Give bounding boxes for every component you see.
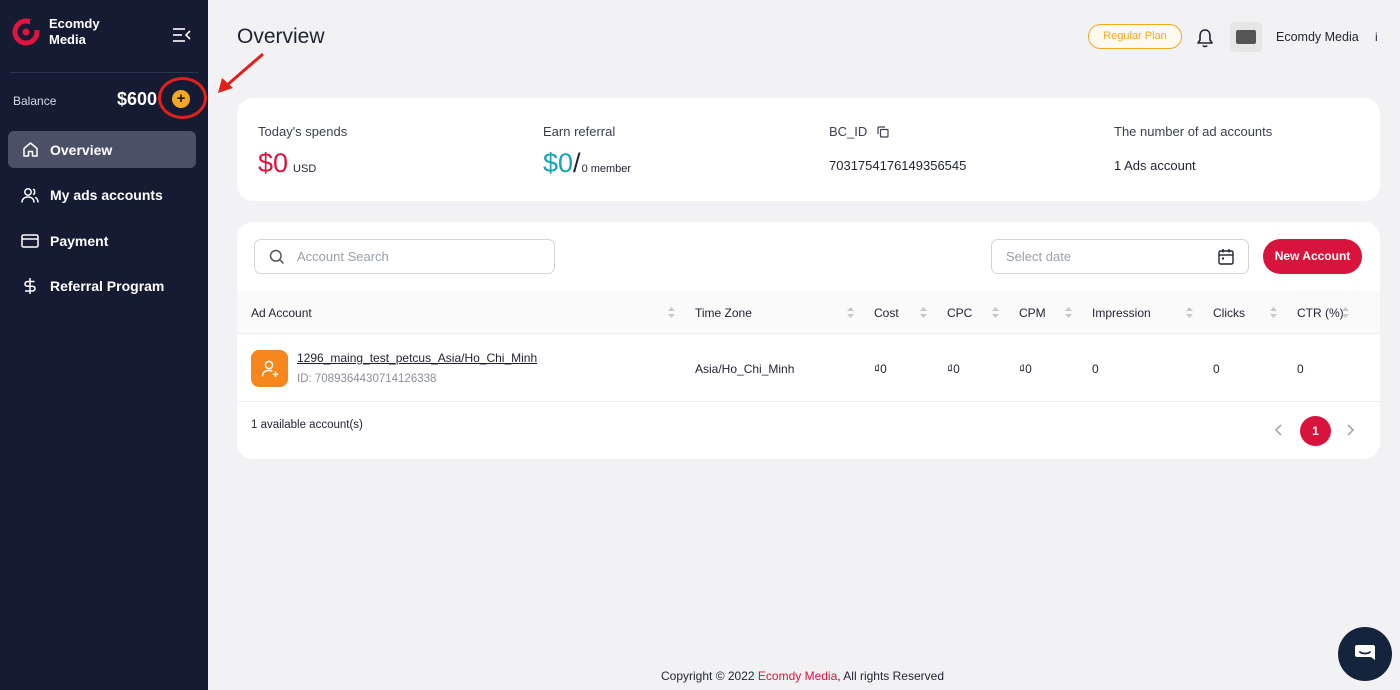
- column-ad-account[interactable]: Ad Account: [251, 306, 312, 320]
- annotation-circle: [158, 77, 207, 119]
- dollar-icon: [21, 277, 39, 295]
- home-icon: [21, 141, 39, 159]
- column-clicks[interactable]: Clicks: [1213, 306, 1245, 320]
- image-placeholder-icon: [1236, 30, 1256, 44]
- copyright-suffix: , All rights Reserved: [837, 669, 944, 683]
- collapse-menu-icon[interactable]: [172, 26, 192, 44]
- calendar-icon[interactable]: [1218, 248, 1234, 265]
- available-accounts-count: 1 available account(s): [251, 419, 363, 431]
- sidebar-item-label: Payment: [50, 232, 109, 249]
- balance-label: Balance: [13, 94, 57, 108]
- cell-clicks: 0: [1213, 362, 1220, 376]
- column-cost[interactable]: Cost: [874, 306, 899, 320]
- sort-icon[interactable]: [847, 307, 854, 318]
- spends-unit: USD: [293, 163, 317, 175]
- account-avatar: [251, 350, 288, 387]
- sidebar-item-overview[interactable]: Overview: [8, 131, 196, 168]
- sidebar-item-label: Overview: [50, 141, 113, 158]
- cell-cpc: ₫0: [947, 362, 960, 376]
- brand[interactable]: Ecomdy Media: [12, 16, 100, 48]
- bell-icon[interactable]: [1196, 28, 1214, 48]
- brand-name: Ecomdy Media: [49, 16, 100, 47]
- column-time-zone[interactable]: Time Zone: [695, 306, 752, 320]
- sort-icon[interactable]: [1186, 307, 1193, 318]
- cell-impression: 0: [1092, 362, 1099, 376]
- new-account-button[interactable]: New Account: [1263, 239, 1362, 274]
- column-impression[interactable]: Impression: [1092, 306, 1151, 320]
- spends-label: Today's spends: [258, 124, 348, 139]
- sort-icon[interactable]: [920, 307, 927, 318]
- table-row: 1296_maing_test_petcus_Asia/Ho_Chi_Minh …: [237, 334, 1380, 402]
- sidebar-item-label: My ads accounts: [50, 187, 163, 203]
- sort-icon[interactable]: [992, 307, 999, 318]
- account-name-link[interactable]: 1296_maing_test_petcus_Asia/Ho_Chi_Minh: [297, 351, 537, 365]
- column-ctr[interactable]: CTR (%): [1297, 306, 1344, 320]
- copy-icon[interactable]: [877, 126, 889, 138]
- table-header: Ad Account Time Zone Cost CPC CPM Impres…: [237, 291, 1380, 334]
- referral-unit: 0 member: [581, 163, 632, 175]
- chat-button[interactable]: [1338, 627, 1392, 681]
- search-box: [254, 239, 555, 274]
- copyright-brand-link[interactable]: Ecomdy Media: [758, 669, 837, 683]
- date-picker: [991, 239, 1249, 274]
- bc-id-value: 7031754176149356545: [829, 158, 967, 173]
- spends-stat: $0 USD: [258, 148, 316, 179]
- credit-card-icon: [21, 232, 39, 250]
- cell-time-zone: Asia/Ho_Chi_Minh: [695, 362, 795, 376]
- user-menu-more[interactable]: i: [1375, 30, 1378, 44]
- sort-icon[interactable]: [1342, 307, 1349, 318]
- sidebar-item-referral-program[interactable]: Referral Program: [8, 268, 196, 305]
- account-search-input[interactable]: [297, 249, 537, 264]
- stats-card: Today's spends $0 USD Earn referral $0/0 …: [237, 98, 1380, 201]
- balance-value: $600: [117, 89, 158, 109]
- referral-value: $0: [543, 148, 574, 178]
- referral-label: Earn referral: [543, 124, 616, 139]
- user-add-icon: [261, 360, 278, 377]
- bc-id-label: BC_ID: [829, 124, 889, 139]
- sidebar-item-payment[interactable]: Payment: [8, 222, 196, 259]
- sidebar-item-label: Referral Program: [50, 278, 165, 294]
- sort-icon[interactable]: [668, 307, 675, 318]
- sort-icon[interactable]: [1065, 307, 1072, 318]
- plan-badge[interactable]: Regular Plan: [1088, 24, 1182, 49]
- ad-accounts-value: 1 Ads account: [1114, 158, 1196, 173]
- page-title: Overview: [237, 25, 325, 48]
- sidebar-divider: [10, 72, 198, 73]
- account-id: ID: 7089364430714126338: [297, 373, 437, 385]
- cell-cost: ₫0: [874, 362, 887, 376]
- sort-icon[interactable]: [1270, 307, 1277, 318]
- copyright: Copyright © 2022 Ecomdy Media, All right…: [661, 669, 944, 683]
- annotation-arrow-icon: [218, 52, 264, 93]
- chat-icon: [1355, 645, 1375, 660]
- referral-stat: $0/0 member: [543, 148, 631, 179]
- accounts-table-card: New Account Ad Account Time Zone Cost CP…: [237, 222, 1380, 459]
- referral-slash: /: [573, 148, 581, 178]
- user-name[interactable]: Ecomdy Media: [1276, 30, 1359, 44]
- column-cpm[interactable]: CPM: [1019, 306, 1046, 320]
- users-icon: [21, 186, 39, 204]
- pagination-page-1[interactable]: 1: [1300, 416, 1331, 446]
- column-cpc[interactable]: CPC: [947, 306, 972, 320]
- ad-accounts-label: The number of ad accounts: [1114, 124, 1273, 139]
- cell-ctr: 0: [1297, 362, 1304, 376]
- sidebar-item-my-ads-accounts[interactable]: My ads accounts: [8, 177, 196, 214]
- copyright-prefix: Copyright © 2022: [661, 669, 755, 683]
- cell-cpm: ₫0: [1019, 362, 1032, 376]
- spends-value: $0: [258, 148, 289, 178]
- select-date-input[interactable]: [1006, 249, 1206, 264]
- sidebar-nav: Overview My ads accounts Payment Referra…: [8, 131, 196, 313]
- search-icon: [269, 249, 285, 264]
- avatar[interactable]: [1230, 22, 1262, 52]
- ecomdy-logo-icon: [12, 18, 40, 46]
- chevron-right-icon[interactable]: [1345, 424, 1355, 436]
- chevron-left-icon[interactable]: [1274, 424, 1284, 436]
- bc-id-label-text: BC_ID: [829, 124, 868, 139]
